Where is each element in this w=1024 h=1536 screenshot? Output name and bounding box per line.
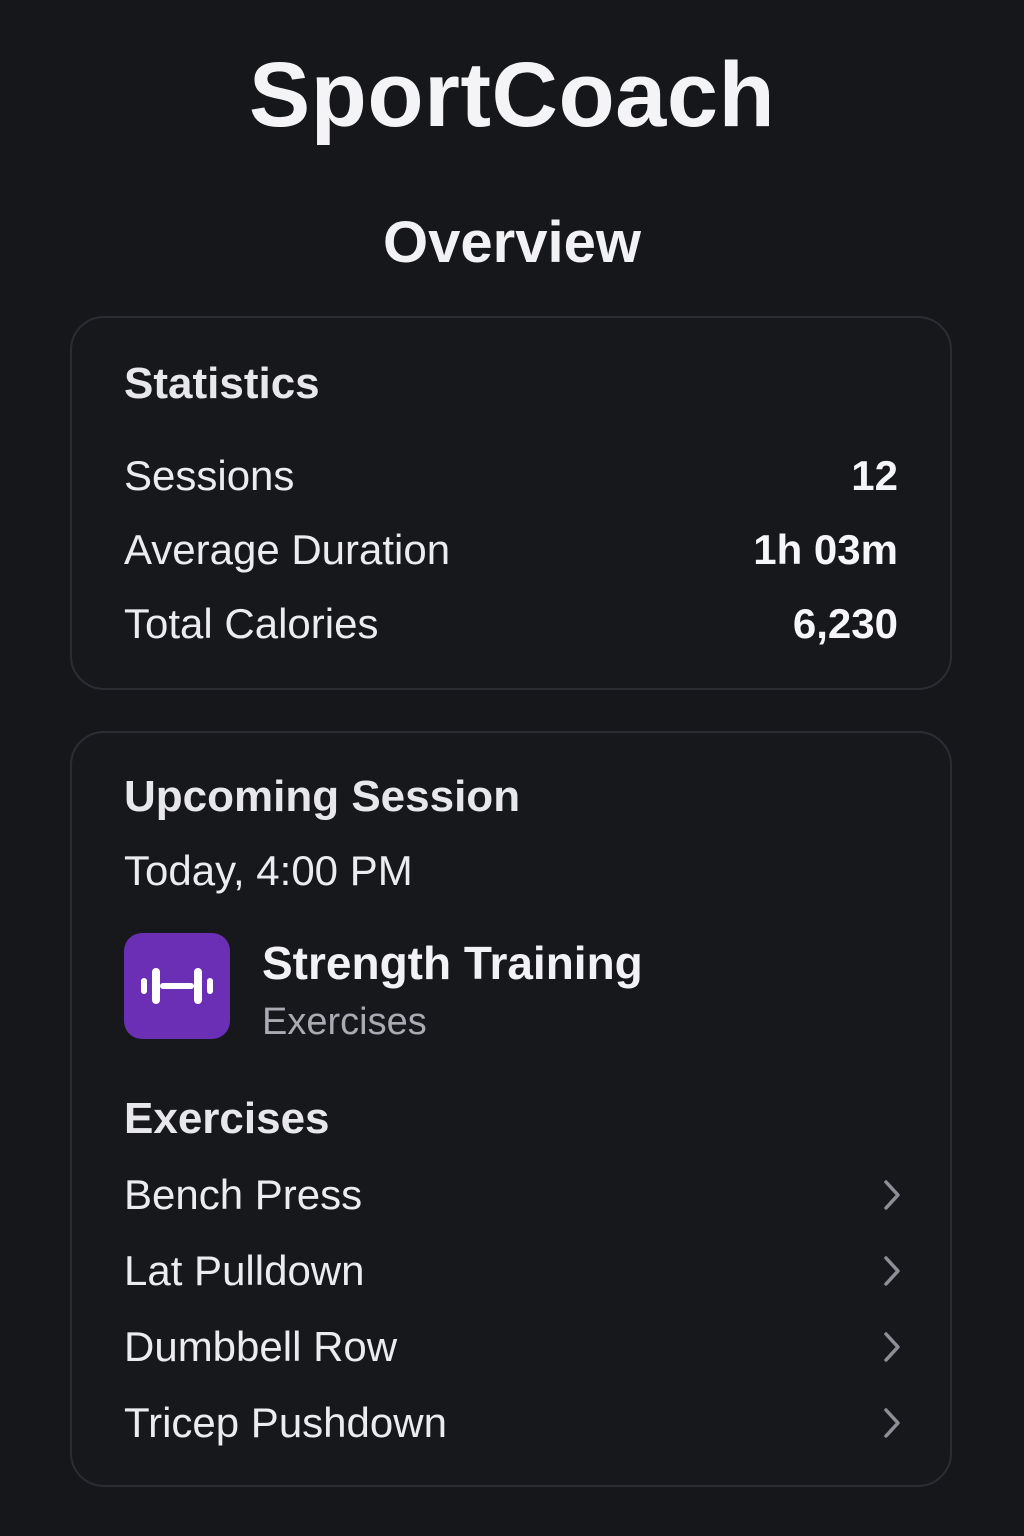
exercise-item-bench-press[interactable]: Bench Press: [124, 1167, 904, 1223]
exercises-heading: Exercises: [124, 1094, 330, 1143]
stat-row-average-duration: Average Duration 1h 03m: [124, 524, 898, 576]
chevron-right-icon: [880, 1329, 904, 1365]
workout-summary[interactable]: Strength Training Exercises: [124, 933, 643, 1047]
upcoming-session-card: Upcoming Session Today, 4:00 PM Strength…: [70, 731, 952, 1487]
stat-value: 6,230: [792, 600, 898, 647]
chevron-right-icon: [880, 1405, 904, 1441]
dumbbell-icon: [124, 933, 230, 1039]
upcoming-session-heading: Upcoming Session: [124, 772, 521, 821]
chevron-right-icon: [880, 1177, 904, 1213]
workout-name: Strength Training: [262, 937, 643, 989]
stat-label: Average Duration: [124, 526, 451, 573]
exercise-label: Tricep Pushdown: [124, 1399, 447, 1446]
exercise-label: Dumbbell Row: [124, 1323, 398, 1370]
statistics-card: Statistics Sessions 12 Average Duration …: [70, 316, 952, 690]
stat-row-sessions: Sessions 12: [124, 450, 898, 502]
workout-subtitle: Exercises: [262, 1001, 427, 1043]
page-title: Overview: [383, 210, 641, 275]
stat-value: 12: [851, 452, 898, 499]
exercise-item-tricep-pushdown[interactable]: Tricep Pushdown: [124, 1395, 904, 1451]
chevron-right-icon: [880, 1253, 904, 1289]
stat-value: 1h 03m: [753, 526, 898, 573]
exercise-label: Bench Press: [124, 1171, 363, 1218]
stat-row-total-calories: Total Calories 6,230: [124, 598, 898, 650]
workout-text: Strength Training Exercises: [262, 935, 643, 1047]
stat-label: Total Calories: [124, 600, 379, 647]
app-title: SportCoach: [248, 44, 776, 146]
exercise-item-dumbbell-row[interactable]: Dumbbell Row: [124, 1319, 904, 1375]
exercise-item-lat-pulldown[interactable]: Lat Pulldown: [124, 1243, 904, 1299]
statistics-heading: Statistics: [124, 359, 320, 408]
session-time: Today, 4:00 PM: [124, 847, 413, 894]
stat-label: Sessions: [124, 452, 295, 499]
exercise-label: Lat Pulldown: [124, 1247, 365, 1294]
app-screen: SportCoach Overview Statistics Sessions …: [0, 0, 1024, 1536]
